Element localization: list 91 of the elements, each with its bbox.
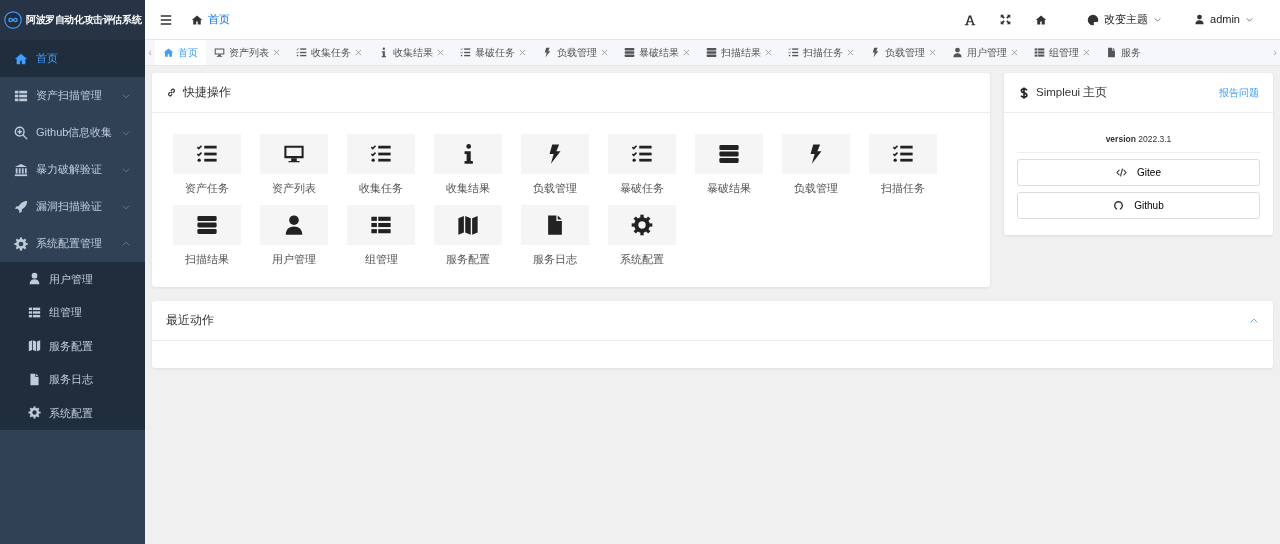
monitor-icon <box>214 47 225 58</box>
server-icon <box>624 47 635 58</box>
user-icon <box>28 272 41 286</box>
sidebar-item[interactable]: Github信息收集 <box>0 114 145 151</box>
gitee-button[interactable]: Gitee <box>1017 158 1260 186</box>
task-list-icon <box>460 47 471 58</box>
bank-icon <box>14 162 28 177</box>
palette-icon <box>1087 13 1100 26</box>
sidebar-subitem[interactable]: 系统配置 <box>0 396 145 430</box>
breadcrumb-link[interactable]: 首页 <box>183 11 238 28</box>
tab[interactable]: 资产列表 <box>206 40 288 65</box>
tab[interactable]: 服务 <box>1098 40 1149 65</box>
task-list-icon <box>788 47 799 58</box>
tab[interactable]: 扫描结果 <box>698 40 780 65</box>
gear-icon <box>631 213 653 236</box>
sidebar-subitem[interactable]: 组管理 <box>0 295 145 329</box>
home-icon <box>1035 13 1048 26</box>
tab[interactable]: 扫描任务 <box>780 40 862 65</box>
card-title: 最近动作 <box>166 312 214 328</box>
link-icon <box>166 87 177 98</box>
close-icon <box>273 49 280 56</box>
list-icon <box>1034 47 1045 58</box>
dollar-icon <box>1018 86 1030 99</box>
tab[interactable]: 负载管理 <box>534 40 616 65</box>
tab[interactable]: 暴破任务 <box>452 40 534 65</box>
task-list-icon <box>196 143 218 165</box>
close-icon <box>683 49 690 56</box>
home-icon <box>14 51 28 66</box>
server-icon <box>718 143 740 165</box>
menu-icon <box>159 13 173 28</box>
gear-icon <box>28 406 41 420</box>
tab[interactable]: 收集任务 <box>288 40 370 65</box>
tab[interactable]: 负载管理 <box>862 40 944 65</box>
task-list-icon <box>631 143 653 165</box>
home-icon <box>191 13 203 26</box>
task-list-icon <box>892 143 914 165</box>
github-icon <box>1113 199 1125 211</box>
monitor-icon <box>283 143 305 165</box>
sidebar-subitem[interactable]: 服务日志 <box>0 362 145 396</box>
server-icon <box>706 47 717 58</box>
tab[interactable]: 用户管理 <box>944 40 1026 65</box>
tab[interactable]: 暴破结果 <box>616 40 698 65</box>
list-icon <box>28 305 41 319</box>
search-plus-icon <box>14 125 28 140</box>
theme-dropdown[interactable]: 改变主题 <box>1075 11 1175 28</box>
server-icon <box>196 213 218 236</box>
file-icon <box>1106 47 1117 58</box>
app-title: 阿波罗自动化攻击评估系统 <box>26 12 142 27</box>
user-icon <box>283 213 305 236</box>
close-icon <box>355 49 362 56</box>
close-icon <box>1083 49 1090 56</box>
close-icon <box>929 49 936 56</box>
code-icon <box>1116 166 1128 178</box>
list-icon <box>14 88 28 103</box>
tab[interactable]: 收集结果 <box>370 40 452 65</box>
sidebar-item[interactable]: 资产扫描管理 <box>0 77 145 114</box>
card-title: Simpleui 主页 <box>1036 84 1108 100</box>
file-icon <box>28 372 41 386</box>
lightning-bolt-icon <box>870 47 881 58</box>
logo-icon <box>4 11 22 29</box>
map-icon <box>457 213 479 236</box>
home-icon <box>163 47 174 58</box>
close-icon <box>765 49 772 56</box>
task-list-icon <box>370 143 392 165</box>
version-text: version 2022.3.1 <box>1017 113 1260 153</box>
font-icon <box>964 13 977 26</box>
sidebar-item[interactable]: 暴力破解验证 <box>0 151 145 188</box>
rocket-icon <box>14 199 28 214</box>
sidebar-item[interactable]: 漏洞扫描验证 <box>0 188 145 225</box>
close-icon <box>519 49 526 56</box>
tab[interactable]: 组管理 <box>1026 40 1098 65</box>
user-icon <box>1194 14 1206 25</box>
chevron-down-icon <box>1245 15 1254 24</box>
map-icon <box>28 339 41 353</box>
sidebar-item[interactable]: 首页 <box>0 40 145 77</box>
close-icon <box>437 49 444 56</box>
sidebar-subitem[interactable]: 用户管理 <box>0 262 145 296</box>
chevron-down-icon <box>1153 15 1163 24</box>
github-button[interactable]: Github <box>1017 191 1260 219</box>
close-icon <box>1011 49 1018 56</box>
lightning-bolt-icon <box>542 47 553 58</box>
close-icon <box>601 49 608 56</box>
gear-icon <box>14 236 28 251</box>
expand-icon <box>1000 14 1012 25</box>
card-title: 快捷操作 <box>183 84 231 100</box>
sidebar-item[interactable]: 系统配置管理 <box>0 225 145 262</box>
task-list-icon <box>296 47 307 58</box>
user-dropdown[interactable]: admin <box>1182 11 1266 28</box>
close-icon <box>847 49 854 56</box>
user-icon <box>952 47 963 58</box>
sidebar-subitem[interactable]: 服务配置 <box>0 329 145 363</box>
